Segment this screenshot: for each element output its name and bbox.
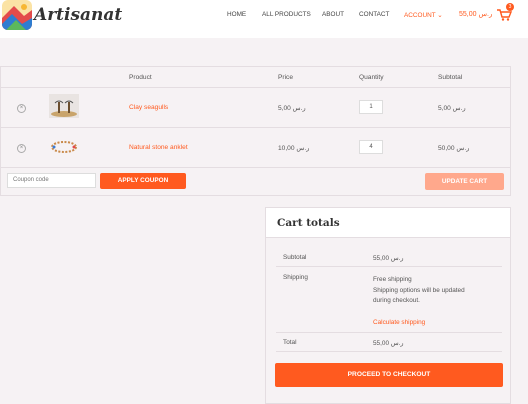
shipping-note: Shipping options will be updated <box>373 287 465 294</box>
quantity-input[interactable]: 1 <box>359 100 383 114</box>
brand-name[interactable]: Artisanat <box>34 5 122 25</box>
product-thumbnail[interactable] <box>49 94 79 118</box>
divider <box>1 127 510 128</box>
product-name-link[interactable]: Natural stone anklet <box>129 144 188 151</box>
header-price: Price <box>278 74 294 81</box>
nav-contact[interactable]: CONTACT <box>359 11 389 18</box>
apply-coupon-button[interactable]: APPLY COUPON <box>100 173 186 189</box>
product-price: ر.س 5,00 <box>278 105 306 112</box>
product-subtotal: ر.س 50,00 <box>438 145 470 152</box>
nav-all-products[interactable]: ALL PRODUCTS <box>262 11 311 18</box>
cart-totals-header: Cart totals <box>266 208 510 238</box>
divider <box>276 332 502 333</box>
divider <box>1 87 510 88</box>
remove-item-icon[interactable]: × <box>17 104 26 113</box>
cart-totals-panel: Cart totals Subtotal ر.س 55,00 Shipping … <box>265 207 511 404</box>
shipping-label: Shipping <box>283 274 308 281</box>
product-name-link[interactable]: Clay seagulls <box>129 104 168 111</box>
product-subtotal: ر.س 5,00 <box>438 105 466 112</box>
site-header: Artisanat HOME ALL PRODUCTS ABOUT CONTAC… <box>0 0 528 38</box>
cart-amount[interactable]: ر.س 55,00 <box>459 10 492 18</box>
nav-account[interactable]: ACCOUNT ⌄ <box>404 11 443 19</box>
header-product: Product <box>129 74 152 81</box>
total-label: Total <box>283 339 297 346</box>
cart-count-badge: 3 <box>506 3 514 11</box>
nav-home[interactable]: HOME <box>227 11 246 18</box>
update-cart-button[interactable]: UPDATE CART <box>425 173 504 190</box>
nav-about[interactable]: ABOUT <box>322 11 344 18</box>
brand-logo-icon[interactable] <box>2 0 32 30</box>
total-value: ر.س 55,00 <box>373 340 404 347</box>
shipping-method: Free shipping <box>373 276 412 283</box>
subtotal-label: Subtotal <box>283 254 307 261</box>
calculate-shipping-link[interactable]: Calculate shipping <box>373 319 425 326</box>
divider <box>276 266 502 267</box>
shipping-note-cont: during checkout. <box>373 297 420 304</box>
product-price: ر.س 10,00 <box>278 145 310 152</box>
subtotal-value: ر.س 55,00 <box>373 255 404 262</box>
divider <box>1 167 510 168</box>
divider <box>276 351 502 352</box>
quantity-input[interactable]: 4 <box>359 140 383 154</box>
coupon-code-input[interactable]: Coupon code <box>7 173 96 188</box>
remove-item-icon[interactable]: × <box>17 144 26 153</box>
nav-account-label: ACCOUNT <box>404 12 436 19</box>
cart-totals-title: Cart totals <box>277 217 340 229</box>
proceed-to-checkout-button[interactable]: PROCEED TO CHECKOUT <box>275 363 503 387</box>
product-thumbnail[interactable] <box>49 137 79 157</box>
chevron-down-icon: ⌄ <box>437 12 443 19</box>
header-subtotal: Subtotal <box>438 74 463 81</box>
header-quantity: Quantity <box>359 74 384 81</box>
